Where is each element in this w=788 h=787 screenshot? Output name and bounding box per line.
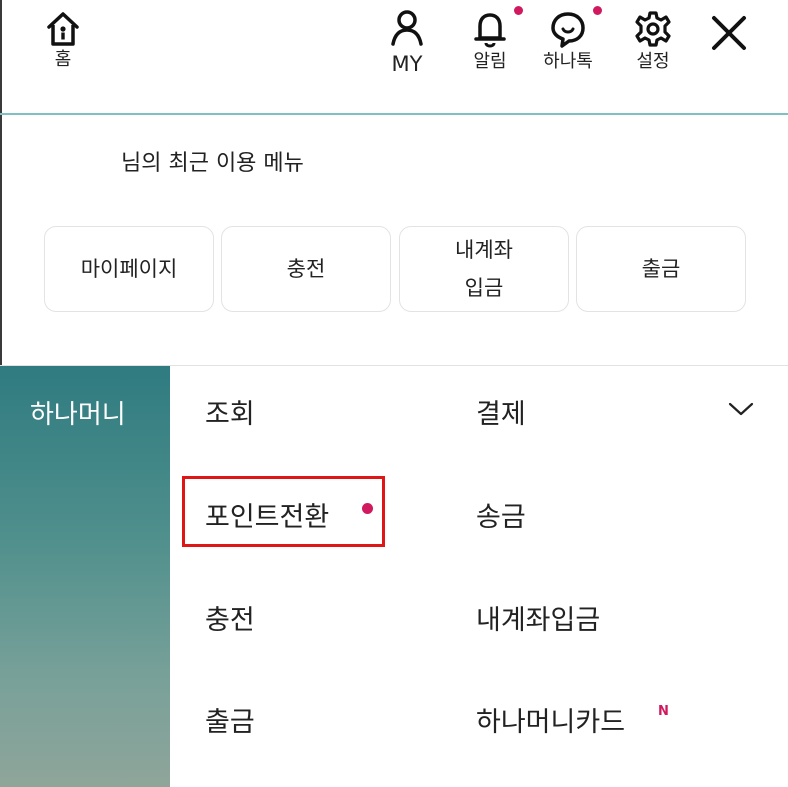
recent-button-label: 내계좌 — [455, 238, 513, 262]
talk-label: 하나톡 — [543, 51, 593, 72]
home-button[interactable]: 홈 — [38, 8, 88, 70]
recent-mypage-button[interactable]: 마이페이지 — [44, 226, 214, 312]
my-label: MY — [391, 52, 423, 76]
recent-button-label-2: 입금 — [464, 276, 504, 300]
bell-icon — [474, 13, 506, 48]
highlight-box — [182, 476, 385, 547]
close-icon[interactable] — [710, 14, 748, 52]
alarm-notification-dot — [514, 6, 523, 15]
top-divider — [0, 113, 788, 115]
menu-item-charge[interactable]: 충전 — [205, 598, 255, 637]
recent-button-label: 충전 — [286, 257, 326, 281]
recent-button-label: 출금 — [641, 257, 681, 281]
user-icon — [391, 10, 423, 46]
alarm-button[interactable]: 알림 — [464, 8, 516, 72]
menu-item-payment[interactable]: 결제 — [476, 392, 526, 431]
menu-item-withdraw[interactable]: 출금 — [205, 700, 255, 739]
my-button[interactable]: MY — [383, 8, 431, 76]
menu-item-inquiry[interactable]: 조회 — [205, 392, 255, 431]
sidebar-item-hanamoney[interactable]: 하나머니 — [30, 394, 126, 431]
new-badge: N — [658, 704, 669, 719]
home-label: 홈 — [54, 49, 72, 70]
top-bar: 홈 MY 알림 하나톡 설정 — [0, 0, 788, 115]
recent-menu-title: 님의 최근 이용 메뉴 — [121, 151, 304, 176]
chevron-down-icon[interactable] — [728, 401, 754, 417]
recent-withdraw-button[interactable]: 출금 — [576, 226, 746, 312]
home-icon — [47, 12, 79, 46]
recent-charge-button[interactable]: 충전 — [221, 226, 391, 312]
settings-button[interactable]: 설정 — [627, 8, 679, 72]
menu-item-hanamoney-card[interactable]: 하나머니카드 — [476, 700, 625, 739]
recent-deposit-button[interactable]: 내계좌 입금 — [399, 226, 569, 312]
talk-button[interactable]: 하나톡 — [536, 8, 600, 72]
category-sidebar: 하나머니 — [0, 366, 170, 787]
menu-item-transfer[interactable]: 송금 — [476, 495, 526, 534]
chat-icon — [551, 12, 585, 48]
settings-label: 설정 — [636, 51, 670, 72]
menu-item-account-deposit[interactable]: 내계좌입금 — [476, 598, 600, 637]
alarm-label: 알림 — [473, 51, 507, 72]
talk-notification-dot — [593, 6, 602, 15]
gear-icon — [635, 11, 671, 47]
recent-button-label: 마이페이지 — [80, 257, 178, 281]
